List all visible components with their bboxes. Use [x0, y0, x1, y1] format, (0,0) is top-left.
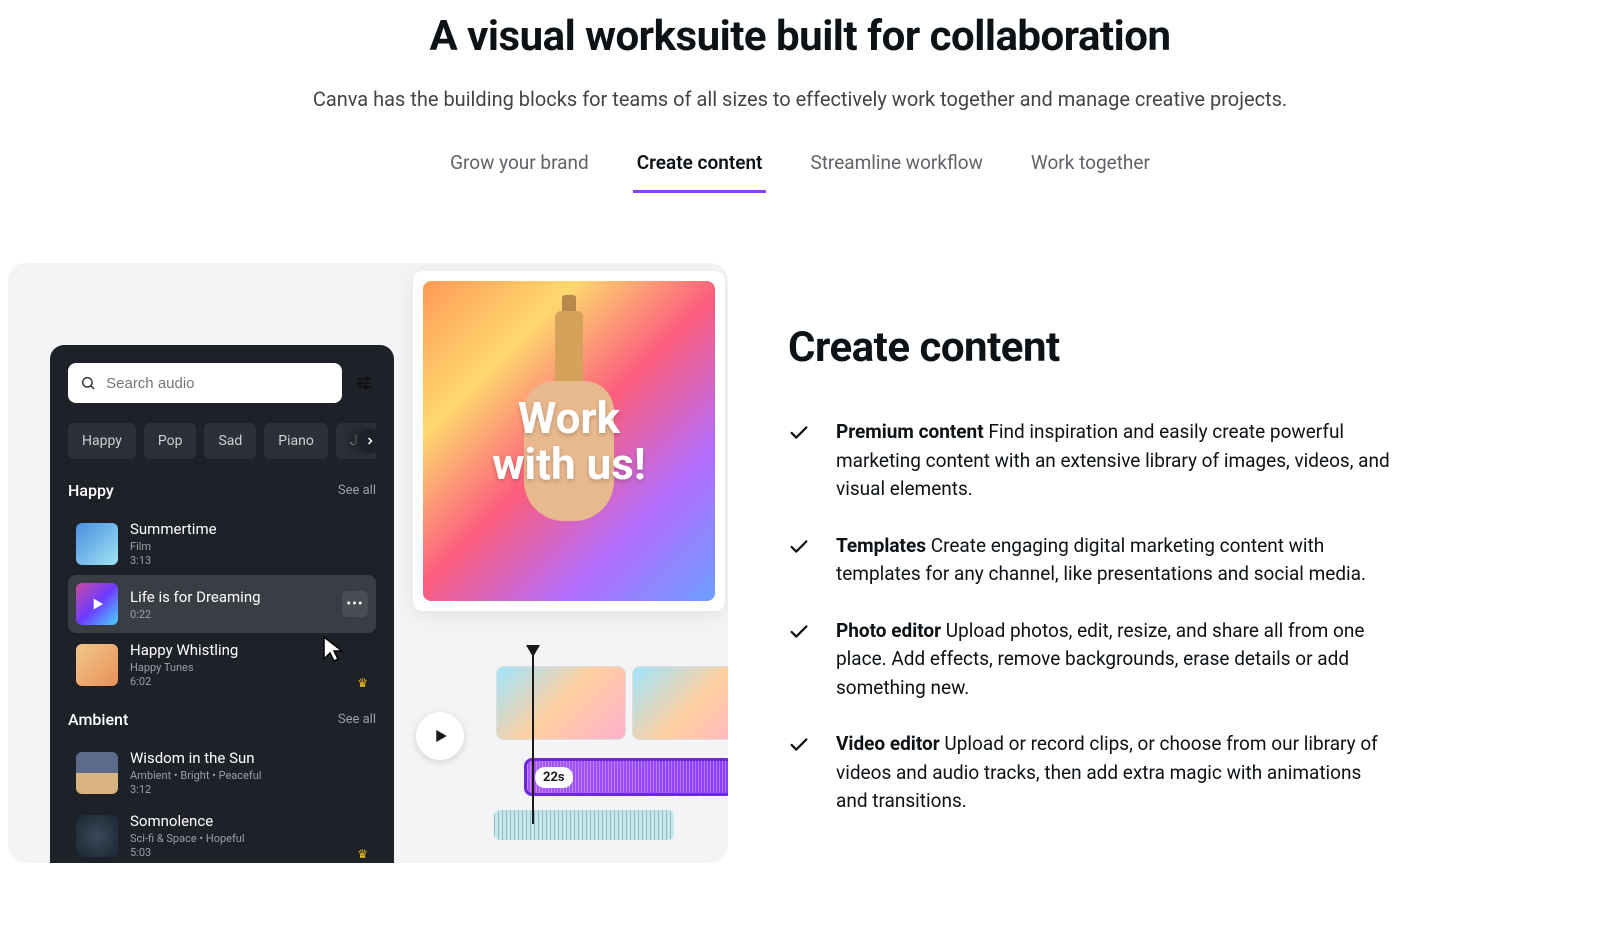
track-thumbnail — [76, 583, 118, 625]
pointer-cursor-icon — [320, 635, 346, 669]
see-all-link[interactable]: See all — [338, 712, 376, 727]
track-thumbnail — [76, 815, 118, 857]
track-duration: 0:22 — [130, 608, 330, 621]
play-button[interactable] — [416, 712, 464, 760]
crown-icon: ♛ — [357, 676, 368, 690]
audio-track[interactable]: Life is for Dreaming 0:22 ••• — [68, 575, 376, 633]
feature-item: Premium content Find inspiration and eas… — [788, 418, 1392, 504]
feature-text: Video editor Upload or record clips, or … — [836, 730, 1392, 816]
check-icon — [788, 734, 810, 760]
sliders-icon — [354, 373, 374, 393]
play-icon — [431, 727, 449, 745]
chevron-right-icon — [364, 435, 376, 447]
filter-button[interactable] — [352, 371, 376, 395]
track-thumbnail — [76, 752, 118, 794]
illustration-panel: Workwith us! HappyPopSadPianoJazzBir — [8, 263, 728, 863]
track-more-button[interactable]: ••• — [342, 591, 368, 617]
track-name: Wisdom in the Sun — [130, 749, 368, 767]
tab-streamline-workflow[interactable]: Streamline workflow — [806, 141, 986, 193]
track-meta: Ambient • Bright • Peaceful — [130, 769, 368, 782]
chip-piano[interactable]: Piano — [264, 423, 328, 459]
feature-item: Video editor Upload or record clips, or … — [788, 730, 1392, 816]
search-input-container[interactable] — [68, 363, 342, 403]
preview-text: Workwith us! — [492, 395, 646, 487]
page-headline: A visual worksuite built for collaborati… — [0, 12, 1600, 61]
see-all-link[interactable]: See all — [338, 483, 376, 498]
check-icon — [788, 536, 810, 562]
chip-row: HappyPopSadPianoJazzBir — [68, 423, 376, 459]
track-duration: 3:12 — [130, 783, 368, 796]
tab-grow-your-brand[interactable]: Grow your brand — [446, 141, 593, 193]
playhead-line[interactable] — [532, 654, 534, 824]
section-title: Happy — [68, 481, 114, 500]
feature-list: Premium content Find inspiration and eas… — [788, 418, 1392, 816]
feature-text: Templates Create engaging digital market… — [836, 532, 1392, 589]
feature-text: Photo editor Upload photos, edit, resize… — [836, 617, 1392, 703]
video-clip[interactable] — [632, 666, 728, 740]
check-icon — [788, 621, 810, 647]
search-icon — [80, 374, 96, 392]
track-meta: Film — [130, 540, 368, 553]
section-title: Create content — [788, 323, 1392, 372]
play-icon — [76, 583, 118, 625]
chip-sad[interactable]: Sad — [204, 423, 256, 459]
audio-track[interactable]: Summertime Film3:13 — [68, 512, 376, 575]
track-duration: 6:02 — [130, 675, 368, 688]
crown-icon: ♛ — [357, 847, 368, 861]
canvas-preview[interactable]: Workwith us! — [413, 271, 725, 611]
track-meta: Sci-fi & Space • Hopeful — [130, 832, 368, 845]
tab-create-content[interactable]: Create content — [633, 141, 767, 193]
track-name: Life is for Dreaming — [130, 588, 330, 606]
track-name: Somnolence — [130, 812, 368, 830]
audio-duration-badge: 22s — [535, 767, 573, 788]
track-name: Summertime — [130, 520, 368, 538]
feature-item: Photo editor Upload photos, edit, resize… — [788, 617, 1392, 703]
audio-track-secondary[interactable] — [494, 810, 674, 840]
feature-tabs: Grow your brand Create content Streamline … — [0, 141, 1600, 193]
search-input[interactable] — [106, 375, 330, 392]
chip-scroll-right[interactable] — [358, 429, 376, 453]
track-thumbnail — [76, 523, 118, 565]
chip-happy[interactable]: Happy — [68, 423, 136, 459]
page-subhead: Canva has the building blocks for teams … — [0, 87, 1600, 111]
section-title: Ambient — [68, 710, 128, 729]
audio-track[interactable]: Wisdom in the Sun Ambient • Bright • Peac… — [68, 741, 376, 804]
audio-track-primary[interactable]: 22s — [524, 758, 728, 796]
track-duration: 3:13 — [130, 554, 368, 567]
chip-pop[interactable]: Pop — [144, 423, 197, 459]
feature-item: Templates Create engaging digital market… — [788, 532, 1392, 589]
tab-work-together[interactable]: Work together — [1027, 141, 1154, 193]
feature-text: Premium content Find inspiration and eas… — [836, 418, 1392, 504]
track-thumbnail — [76, 644, 118, 686]
audio-track[interactable]: Somnolence Sci-fi & Space • Hopeful5:03♛ — [68, 804, 376, 863]
video-clip[interactable] — [496, 666, 626, 740]
audio-sidebar: HappyPopSadPianoJazzBir Happy See all Summ… — [50, 345, 394, 863]
track-duration: 5:03 — [130, 846, 368, 859]
check-icon — [788, 422, 810, 448]
